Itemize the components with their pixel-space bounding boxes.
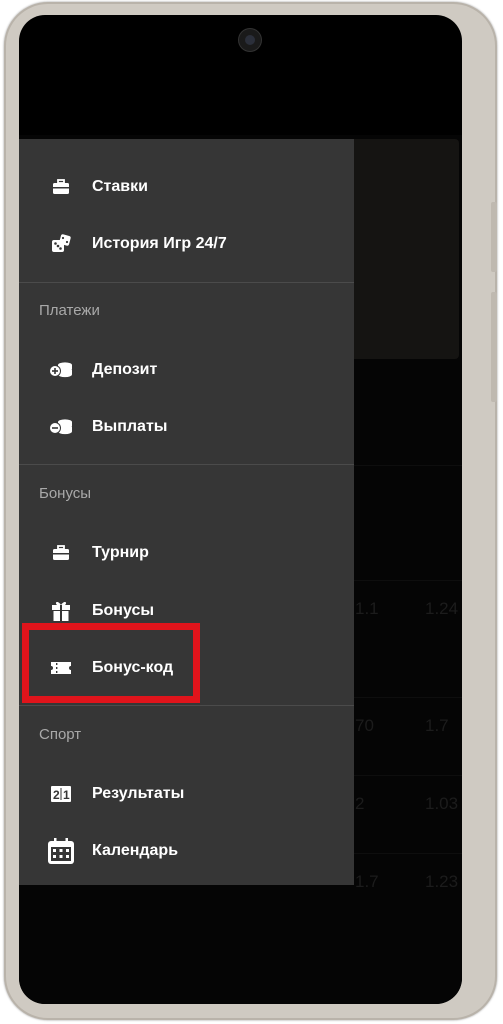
svg-text:1: 1 — [63, 788, 70, 802]
highlight-annotation — [22, 623, 200, 703]
menu-item-label: Депозит — [92, 361, 158, 378]
menu-item-tournament[interactable]: Турнир — [19, 527, 354, 579]
menu-item-label: Ставки — [92, 178, 148, 195]
background-row: 1.7 1.23 — [349, 853, 462, 910]
menu-item-game-history[interactable]: История Игр 24/7 — [19, 218, 354, 270]
background-row: 70 1.7 — [349, 697, 462, 754]
divider — [19, 705, 354, 706]
front-camera — [239, 29, 261, 51]
briefcase-icon — [47, 173, 75, 201]
coins-plus-icon — [47, 356, 75, 384]
menu-item-label: Результаты — [92, 785, 185, 802]
background-row: 1.1 1.24 — [349, 580, 462, 637]
briefcase-icon — [47, 539, 75, 567]
divider — [19, 282, 354, 283]
menu-item-deposit[interactable]: Депозит — [19, 344, 354, 396]
power-button — [491, 292, 497, 402]
menu-item-results[interactable]: 2 1 Результаты — [19, 768, 354, 820]
scoreboard-icon: 2 1 — [47, 780, 75, 808]
menu-item-label: Выплаты — [92, 418, 168, 435]
background-row: 2 1.03 — [349, 775, 462, 832]
dice-icon — [47, 230, 75, 258]
menu-item-label: История Игр 24/7 — [92, 235, 227, 252]
menu-item-withdrawals[interactable]: Выплаты — [19, 401, 354, 453]
menu-item-label: Бонусы — [92, 602, 154, 619]
divider — [19, 464, 354, 465]
section-header-payments: Платежи — [39, 302, 100, 319]
section-header-sport: Спорт — [39, 726, 82, 743]
background-banner — [349, 139, 459, 359]
volume-button — [491, 202, 497, 272]
background-row — [349, 465, 462, 522]
svg-text:2: 2 — [53, 788, 60, 802]
menu-item-label: Турнир — [92, 544, 149, 561]
section-header-bonuses: Бонусы — [39, 485, 92, 502]
coins-minus-icon — [47, 413, 75, 441]
screen: 1.1 1.24 70 1.7 2 1.03 1.7 1.23 Ставки И… — [19, 15, 462, 1004]
gift-icon — [47, 597, 75, 625]
menu-item-label: Календарь — [92, 842, 179, 859]
menu-item-bets[interactable]: Ставки — [19, 161, 354, 213]
menu-item-calendar[interactable]: Календарь — [19, 825, 354, 877]
calendar-icon — [47, 837, 75, 865]
navigation-drawer: Ставки История Игр 24/7 Платежи Депозит … — [19, 139, 354, 885]
